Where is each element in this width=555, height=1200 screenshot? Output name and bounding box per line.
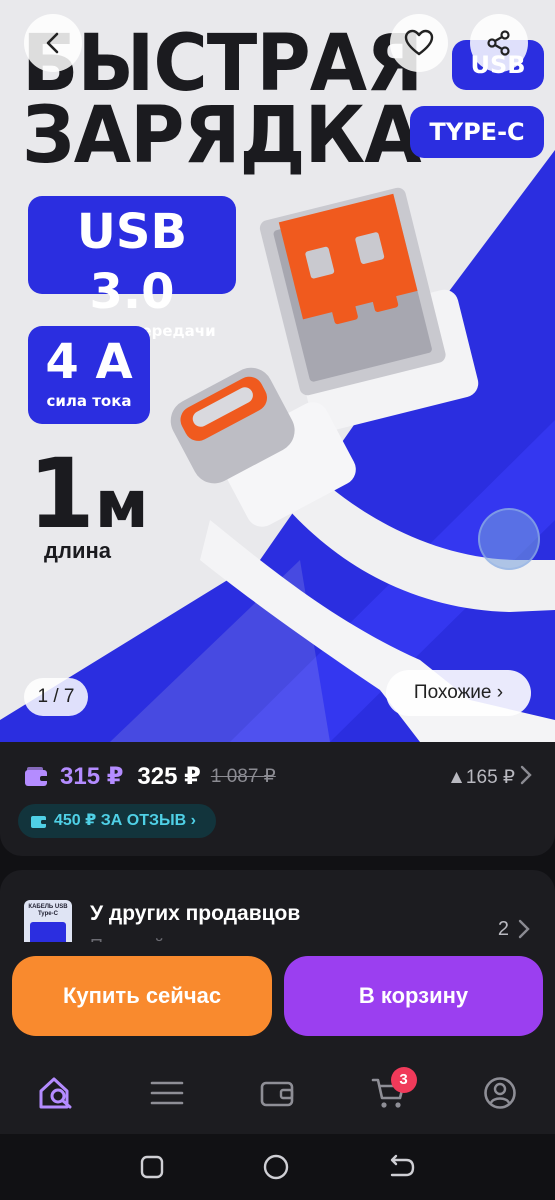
wallet-icon <box>31 816 47 828</box>
similar-products-button[interactable]: Похожие › <box>386 670 531 716</box>
length-label: длина <box>44 538 111 563</box>
cart-count-badge: 3 <box>390 1067 417 1093</box>
back-button[interactable] <box>24 14 82 72</box>
length-number: 1 <box>28 438 95 550</box>
nav-home[interactable] <box>26 1063 86 1123</box>
other-sellers-title: У других продавцов <box>90 902 301 925</box>
catalog-menu-icon <box>150 1081 183 1105</box>
thumbnail-caption: КАБЕЛЬ USB Type-C <box>28 904 68 917</box>
current-price: 325 ₽ <box>137 763 201 790</box>
length-value: 1м <box>28 446 149 553</box>
headline-line-1: БЫСТРАЯ <box>22 19 423 109</box>
purchase-action-bar: Купить сейчас В корзину <box>0 942 555 1052</box>
old-price: 1 087 ₽ <box>210 766 276 787</box>
system-navigation-bar <box>0 1134 555 1200</box>
tag-type-c: TYPE-C <box>410 106 544 158</box>
heart-icon <box>404 29 434 56</box>
wallet-price: 315 ₽ <box>60 763 124 790</box>
nav-wallet[interactable] <box>248 1063 308 1123</box>
touch-indicator <box>478 508 540 570</box>
other-sellers-count: 2 <box>497 918 509 940</box>
back-icon[interactable] <box>388 1154 416 1180</box>
spec-usb3-value: USB 3.0 <box>76 204 188 320</box>
home-search-icon <box>39 1077 71 1109</box>
nav-catalog[interactable] <box>137 1063 197 1123</box>
recent-apps-icon[interactable] <box>139 1154 165 1180</box>
price-change[interactable]: ▲165 ₽ <box>447 766 515 789</box>
chevron-left-icon <box>46 32 59 54</box>
spec-usb3-badge: USB 3.0 скорость передачи <box>28 196 236 340</box>
review-bonus-pill[interactable]: 450 ₽ ЗА ОТЗЫВ › <box>18 804 216 838</box>
favorite-button[interactable] <box>390 14 448 72</box>
image-counter: 1 / 7 <box>24 678 88 716</box>
headline-line-2: ЗАРЯДКА <box>22 91 422 181</box>
chevron-right-icon <box>518 919 530 939</box>
length-unit: м <box>94 466 149 543</box>
bottom-navigation: 3 <box>0 1052 555 1134</box>
nav-profile[interactable] <box>470 1063 530 1123</box>
promo-headline: БЫСТРАЯ ЗАРЯДКА <box>22 19 423 181</box>
price-card: 315 ₽ 325 ₽ 1 087 ₽ ▲165 ₽ 450 ₽ ЗА ОТЗЫ… <box>0 742 555 856</box>
nav-cart[interactable]: 3 <box>359 1063 419 1123</box>
spec-current-badge: 4 A сила тока <box>28 326 150 424</box>
product-image-gallery[interactable]: БЫСТРАЯ ЗАРЯДКА USB TYPE-C USB 3.0 скоро… <box>0 0 555 742</box>
chevron-right-icon <box>520 765 532 785</box>
wallet-icon <box>260 1081 293 1107</box>
buy-now-button[interactable]: Купить сейчас <box>12 956 272 1036</box>
home-icon[interactable] <box>262 1153 290 1181</box>
spec-current-caption: сила тока <box>46 392 132 410</box>
review-bonus-text: 450 ₽ ЗА ОТЗЫВ › <box>54 812 196 829</box>
share-icon <box>487 30 510 56</box>
spec-current-value: 4 A <box>45 334 133 390</box>
price-row[interactable]: 315 ₽ 325 ₽ 1 087 ₽ <box>24 762 276 791</box>
wallet-icon <box>25 766 49 786</box>
profile-icon <box>483 1077 516 1109</box>
share-button[interactable] <box>470 14 528 72</box>
add-to-cart-button[interactable]: В корзину <box>284 956 543 1036</box>
